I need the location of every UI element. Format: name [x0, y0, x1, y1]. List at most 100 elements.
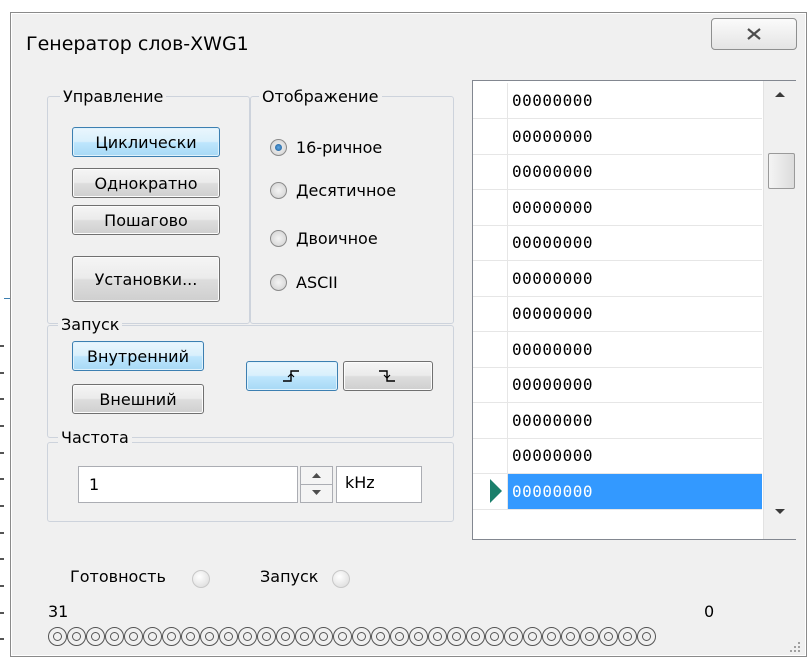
spin-down-icon[interactable] — [301, 485, 332, 502]
background-mark — [0, 612, 4, 614]
word-list[interactable]: 00000000 00000000 00000000 00000000 00000000… — [472, 80, 797, 540]
falling-edge-button[interactable] — [343, 361, 433, 391]
bit-terminal[interactable] — [276, 627, 295, 646]
bit-terminal[interactable] — [599, 627, 618, 646]
bit-terminal[interactable] — [333, 627, 352, 646]
settings-button[interactable]: Установки... — [72, 256, 220, 302]
rising-edge-button[interactable] — [246, 361, 338, 391]
word-value: 00000000 — [512, 126, 594, 146]
falling-edge-icon — [379, 370, 395, 382]
single-button[interactable]: Однократно — [72, 168, 220, 198]
scroll-down-icon[interactable] — [764, 501, 797, 523]
bit-terminal[interactable] — [86, 627, 105, 646]
binary-label: Двоичное — [296, 229, 378, 248]
step-button[interactable]: Пошагово — [72, 205, 220, 235]
bit-terminal[interactable] — [295, 627, 314, 646]
resize-grip-icon[interactable] — [788, 640, 802, 654]
frequency-spinner[interactable] — [300, 466, 333, 503]
ascii-radio[interactable]: ASCII — [270, 273, 338, 292]
frequency-input[interactable]: 1 — [78, 466, 298, 503]
list-item[interactable]: 00000000 — [473, 402, 762, 439]
word-value: 00000000 — [512, 304, 594, 323]
bit-terminal[interactable] — [561, 627, 580, 646]
bit-terminal[interactable] — [637, 627, 656, 646]
row-gutter — [473, 473, 508, 509]
bit-terminal[interactable] — [409, 627, 428, 646]
bit-terminal[interactable] — [428, 627, 447, 646]
bit-terminal[interactable] — [67, 627, 86, 646]
bit-terminal[interactable] — [238, 627, 257, 646]
list-item[interactable]: 00000000 — [473, 367, 762, 403]
hex-label: 16-ричное — [296, 138, 383, 157]
internal-trigger-button[interactable]: Внутренний — [72, 341, 204, 371]
bit-terminal[interactable] — [143, 627, 162, 646]
background-mark — [0, 398, 4, 400]
bit-terminal[interactable] — [485, 627, 504, 646]
list-item[interactable]: 00000000 — [473, 83, 762, 119]
bit-terminal[interactable] — [48, 627, 67, 646]
list-item[interactable]: 00000000 — [473, 473, 762, 510]
background-mark — [0, 558, 4, 560]
row-gutter — [473, 296, 508, 331]
row-gutter — [473, 367, 508, 402]
word-value: 00000000 — [512, 233, 594, 252]
bit-terminal[interactable] — [390, 627, 409, 646]
binary-radio[interactable]: Двоичное — [270, 229, 378, 248]
radio-indicator — [270, 139, 287, 156]
hex-radio[interactable]: 16-ричное — [270, 138, 382, 157]
bit-terminal[interactable] — [124, 627, 143, 646]
word-value: 00000000 — [512, 410, 594, 430]
bit-terminal[interactable] — [618, 627, 637, 646]
word-value: 00000000 — [512, 375, 594, 394]
row-gutter — [473, 438, 508, 473]
background-mark — [0, 345, 4, 347]
list-item[interactable]: 00000000 — [473, 189, 762, 226]
row-gutter — [473, 118, 508, 154]
bit-terminal[interactable] — [447, 627, 466, 646]
background-mark — [0, 452, 4, 454]
list-item[interactable]: 00000000 — [473, 118, 762, 155]
bit-terminal[interactable] — [219, 627, 238, 646]
vertical-scrollbar[interactable] — [763, 81, 797, 539]
bit-terminal[interactable] — [580, 627, 599, 646]
row-gutter — [473, 83, 508, 118]
scroll-up-icon[interactable] — [764, 83, 797, 105]
bit-terminal[interactable] — [162, 627, 181, 646]
list-item[interactable]: 00000000 — [473, 331, 762, 368]
spin-up-icon[interactable] — [301, 467, 332, 484]
bit-terminal[interactable] — [105, 627, 124, 646]
close-button[interactable] — [711, 18, 797, 50]
word-value: 00000000 — [512, 268, 594, 288]
bit-terminal[interactable] — [181, 627, 200, 646]
bit-terminal[interactable] — [466, 627, 485, 646]
rising-edge-icon — [283, 370, 299, 382]
word-value: 00000000 — [512, 197, 594, 217]
row-gutter — [473, 402, 508, 438]
bit-terminal[interactable] — [257, 627, 276, 646]
list-item[interactable]: 00000000 — [473, 260, 762, 297]
row-gutter — [473, 225, 508, 260]
scroll-thumb[interactable] — [768, 153, 795, 189]
bit-terminal[interactable] — [523, 627, 542, 646]
row-gutter — [473, 154, 508, 189]
bit-terminal[interactable] — [542, 627, 561, 646]
cyclic-button[interactable]: Циклически — [72, 127, 220, 157]
decimal-label: Десятичное — [296, 181, 397, 200]
word-value: 00000000 — [512, 91, 594, 110]
ready-label: Готовность — [70, 567, 166, 586]
list-item[interactable]: 00000000 — [473, 225, 762, 261]
frequency-legend: Частота — [58, 429, 132, 447]
bit-terminal[interactable] — [371, 627, 390, 646]
list-item[interactable]: 00000000 — [473, 296, 762, 332]
bit-terminal[interactable] — [200, 627, 219, 646]
decimal-radio[interactable]: Десятичное — [270, 181, 396, 200]
external-trigger-button[interactable]: Внешний — [72, 384, 204, 414]
list-item[interactable]: 00000000 — [473, 154, 762, 190]
display-legend: Отображение — [259, 88, 382, 106]
bit-terminal[interactable] — [352, 627, 371, 646]
bit-terminal[interactable] — [504, 627, 523, 646]
frequency-unit[interactable]: kHz — [336, 466, 422, 503]
radio-indicator — [270, 230, 287, 247]
bit-terminal[interactable] — [314, 627, 333, 646]
list-item[interactable]: 00000000 — [473, 438, 762, 474]
